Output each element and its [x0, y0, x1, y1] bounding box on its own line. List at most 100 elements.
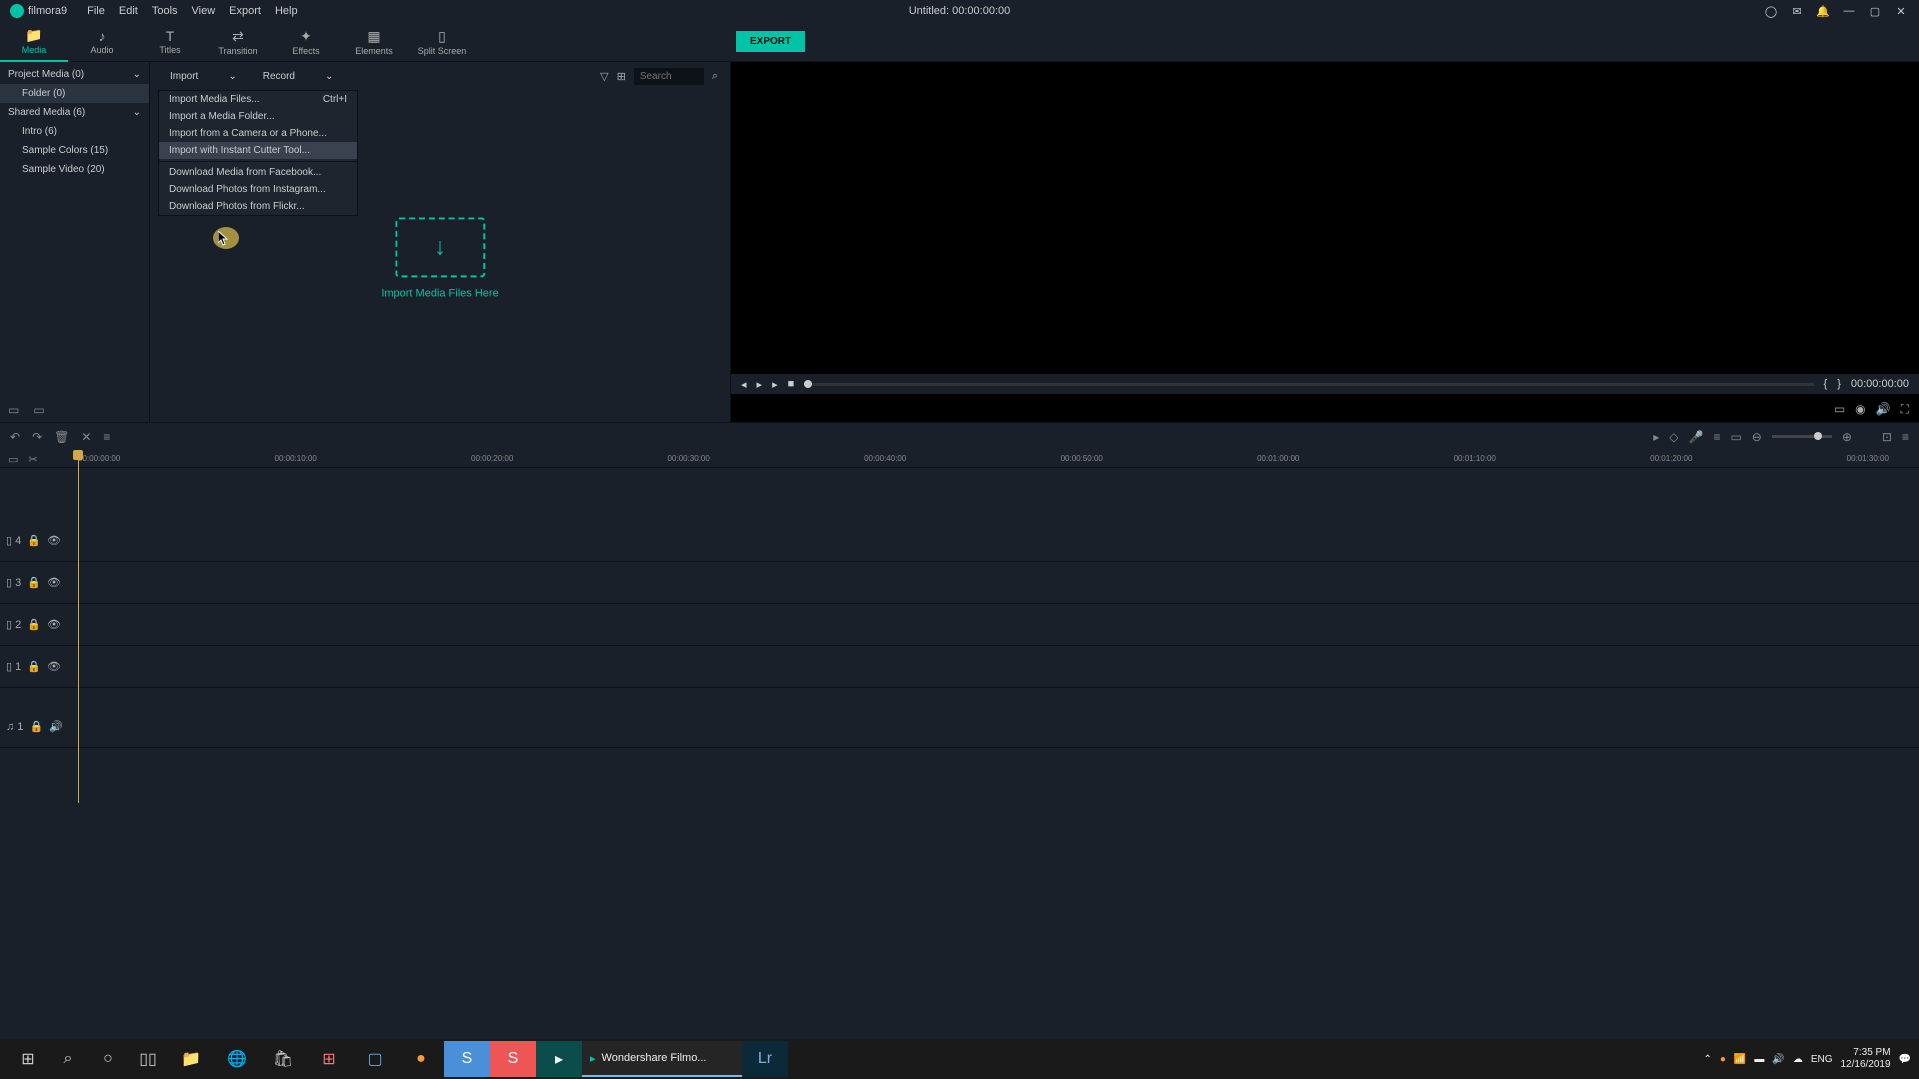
store-icon[interactable]: 🛍: [260, 1041, 306, 1077]
playhead[interactable]: [78, 450, 79, 803]
chevron-down-icon[interactable]: ⌄: [133, 69, 141, 80]
add-folder-icon[interactable]: ▭: [8, 403, 19, 417]
menu-help[interactable]: Help: [275, 5, 298, 17]
voiceover-icon[interactable]: 🎤: [1688, 430, 1703, 444]
manage-tracks-icon[interactable]: ≡: [1902, 430, 1909, 444]
lock-icon[interactable]: 🔒: [27, 534, 41, 547]
download-facebook[interactable]: Download Media from Facebook...: [159, 164, 357, 181]
import-camera-phone[interactable]: Import from a Camera or a Phone...: [159, 125, 357, 142]
search-input[interactable]: [634, 68, 704, 85]
menu-export[interactable]: Export: [229, 5, 261, 17]
taskbar-clock[interactable]: 7:35 PM 12/16/2019: [1840, 1047, 1890, 1071]
lock-icon[interactable]: 🔒: [27, 660, 41, 673]
record-dropdown[interactable]: Record ⌄: [255, 69, 342, 84]
snap-icon[interactable]: ▭: [1730, 430, 1741, 444]
video-track-1[interactable]: ▯ 1🔒👁: [0, 646, 1919, 688]
import-dropdown[interactable]: Import ⌄: [162, 69, 245, 84]
timeline-ruler[interactable]: ▭ ✂ 00:00:00:00 00:00:10:00 00:00:20:00 …: [0, 450, 1919, 468]
remove-folder-icon[interactable]: ▭: [33, 403, 44, 417]
volume-icon[interactable]: 🔊: [1772, 1054, 1784, 1065]
redo-icon[interactable]: ↷: [32, 430, 42, 444]
mark-in-icon[interactable]: {: [1824, 378, 1828, 390]
tab-transition[interactable]: ⇄Transition: [204, 22, 272, 62]
close-gap-icon[interactable]: ✕: [81, 430, 91, 444]
sidebar-sample-video[interactable]: Sample Video (20): [0, 160, 149, 179]
chevron-down-icon[interactable]: ⌄: [133, 107, 141, 118]
tab-audio[interactable]: ♪Audio: [68, 22, 136, 62]
lock-icon[interactable]: 🔒: [29, 720, 43, 733]
cortana-button[interactable]: ○: [88, 1041, 128, 1077]
menu-file[interactable]: File: [87, 5, 105, 17]
taskbar-filmora[interactable]: ▸ Wondershare Filmo...: [582, 1041, 742, 1077]
sidebar-shared-media[interactable]: Shared Media (6) ⌄: [0, 103, 149, 122]
eye-icon[interactable]: 👁: [47, 534, 61, 547]
razor-icon[interactable]: ✂: [28, 453, 37, 466]
search-button[interactable]: ⌕: [48, 1041, 88, 1077]
video-track-3[interactable]: ▯ 3🔒👁: [0, 562, 1919, 604]
fullscreen-icon[interactable]: ⛶: [1901, 402, 1909, 417]
tab-elements[interactable]: ▦Elements: [340, 22, 408, 62]
volume-icon[interactable]: 🔊: [1876, 402, 1891, 417]
eye-icon[interactable]: 👁: [47, 576, 61, 589]
tab-media[interactable]: 📁Media: [0, 22, 68, 62]
sidebar-intro[interactable]: Intro (6): [0, 122, 149, 141]
zoom-fit-icon[interactable]: ⊡: [1882, 430, 1892, 444]
chrome-icon[interactable]: 🌐: [214, 1041, 260, 1077]
render-icon[interactable]: ▸: [1653, 430, 1659, 444]
wifi-icon[interactable]: 📶: [1734, 1054, 1746, 1065]
player-progress-bar[interactable]: [804, 383, 1813, 386]
eye-icon[interactable]: 👁: [47, 618, 61, 631]
app-icon-3[interactable]: ●: [398, 1041, 444, 1077]
lock-icon[interactable]: 🔒: [27, 576, 41, 589]
taskview-button[interactable]: ▯▯: [128, 1041, 168, 1077]
edit-icon[interactable]: ≡: [103, 430, 110, 444]
language-indicator[interactable]: ENG: [1811, 1054, 1833, 1065]
next-frame-icon[interactable]: ▸: [772, 378, 778, 391]
video-track-4[interactable]: ▯ 4🔒👁: [0, 520, 1919, 562]
lightroom-icon[interactable]: Lr: [742, 1041, 788, 1077]
download-flickr[interactable]: Download Photos from Flickr...: [159, 198, 357, 215]
quality-icon[interactable]: ◉: [1855, 402, 1865, 417]
mute-icon[interactable]: 🔊: [49, 720, 63, 733]
app-icon-4[interactable]: S: [444, 1041, 490, 1077]
undo-icon[interactable]: ↶: [10, 430, 20, 444]
onedrive-icon[interactable]: ☁: [1793, 1054, 1803, 1065]
import-media-folder[interactable]: Import a Media Folder...: [159, 108, 357, 125]
app-icon-1[interactable]: ⊞: [306, 1041, 352, 1077]
mark-out-icon[interactable]: }: [1837, 378, 1841, 390]
mixer-icon[interactable]: ≡: [1713, 430, 1720, 444]
menu-edit[interactable]: Edit: [119, 5, 138, 17]
menu-view[interactable]: View: [192, 5, 216, 17]
zoom-out-icon[interactable]: ⊖: [1752, 430, 1762, 444]
timeline-tool-icon[interactable]: ▭: [8, 453, 18, 466]
audio-track-1[interactable]: ♫ 1🔒🔊: [0, 706, 1919, 748]
tab-titles[interactable]: TTitles: [136, 22, 204, 62]
import-media-files[interactable]: Import Media Files...Ctrl+I: [159, 91, 357, 108]
app-icon-5[interactable]: S: [490, 1041, 536, 1077]
menu-tools[interactable]: Tools: [152, 5, 178, 17]
app-icon-2[interactable]: ▢: [352, 1041, 398, 1077]
notification-icon[interactable]: 🔔: [1815, 3, 1831, 19]
import-drop-zone[interactable]: Import Media Files Here: [381, 217, 498, 299]
sidebar-sample-colors[interactable]: Sample Colors (15): [0, 141, 149, 160]
message-icon[interactable]: ✉: [1789, 3, 1805, 19]
battery-icon[interactable]: ▬: [1754, 1054, 1764, 1065]
prev-frame-icon[interactable]: ◂: [741, 378, 747, 391]
tray-app-icon[interactable]: ●: [1720, 1054, 1726, 1065]
video-track-2[interactable]: ▯ 2🔒👁: [0, 604, 1919, 646]
tab-effects[interactable]: ✦Effects: [272, 22, 340, 62]
delete-icon[interactable]: 🗑: [54, 430, 69, 444]
zoom-in-icon[interactable]: ⊕: [1842, 430, 1852, 444]
export-button[interactable]: EXPORT: [736, 31, 805, 52]
import-instant-cutter[interactable]: Import with Instant Cutter Tool...: [159, 142, 357, 159]
eye-icon[interactable]: 👁: [47, 660, 61, 673]
search-icon[interactable]: ⌕: [712, 70, 718, 83]
marker-icon[interactable]: ◇: [1669, 430, 1678, 444]
account-icon[interactable]: ◯: [1763, 3, 1779, 19]
sidebar-folder[interactable]: Folder (0): [0, 84, 149, 103]
explorer-icon[interactable]: 📁: [168, 1041, 214, 1077]
filter-icon[interactable]: ▽: [600, 70, 608, 83]
tab-splitscreen[interactable]: ▯Split Screen: [408, 22, 476, 62]
notifications-icon[interactable]: 💬: [1899, 1054, 1911, 1065]
zoom-slider[interactable]: [1772, 435, 1832, 438]
